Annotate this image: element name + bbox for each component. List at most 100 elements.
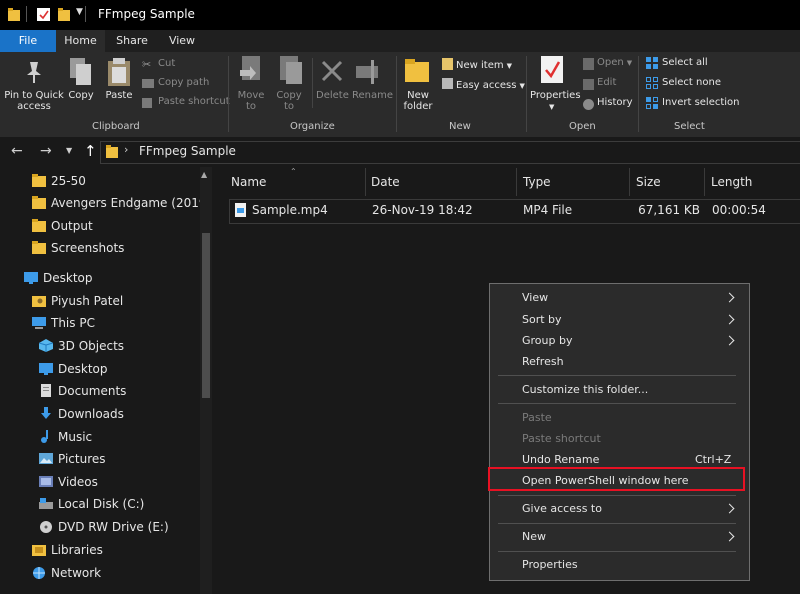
paste-button[interactable]: Paste bbox=[104, 90, 134, 101]
desktop-icon bbox=[24, 272, 38, 284]
back-icon[interactable]: ← bbox=[11, 143, 23, 159]
copy-path-icon bbox=[142, 79, 154, 88]
ribbon: Pin to Quick access Copy Paste ✂ Cut Cop… bbox=[0, 52, 800, 138]
breadcrumb-current[interactable]: FFmpeg Sample bbox=[139, 144, 236, 158]
nav-item[interactable]: Output bbox=[0, 215, 200, 237]
cut-button[interactable]: Cut bbox=[158, 58, 175, 69]
history-icon bbox=[583, 99, 594, 110]
nav-item[interactable]: Network bbox=[0, 562, 200, 584]
easy-access-button[interactable]: Easy access ▼ bbox=[456, 77, 525, 91]
nav-item[interactable]: Videos bbox=[0, 471, 200, 493]
sort-ascending-icon: ⌃ bbox=[290, 167, 297, 176]
new-folder-line2: folder bbox=[403, 101, 433, 112]
nav-item-label: 25-50 bbox=[51, 174, 86, 188]
nav-scroll-thumb[interactable] bbox=[202, 233, 210, 398]
group-divider bbox=[396, 56, 397, 132]
column-divider[interactable] bbox=[516, 168, 517, 196]
column-divider[interactable] bbox=[365, 168, 366, 196]
open-button[interactable]: Open ▼ bbox=[597, 57, 632, 68]
pin-to-quick-access-button[interactable]: Pin to Quick access bbox=[2, 90, 66, 112]
forward-icon[interactable]: → bbox=[40, 143, 52, 159]
dropdown-arrow-icon: ▼ bbox=[519, 82, 525, 90]
nav-item[interactable]: 25-50 bbox=[0, 170, 200, 192]
move-to-icon bbox=[240, 56, 260, 80]
column-divider[interactable] bbox=[629, 168, 630, 196]
menu-item-new[interactable]: New bbox=[522, 530, 546, 543]
paste-icon bbox=[108, 58, 130, 86]
menu-item-group-by[interactable]: Group by bbox=[522, 334, 572, 347]
copy-button[interactable]: Copy bbox=[68, 90, 94, 101]
recent-locations-icon[interactable]: ▼ bbox=[66, 146, 72, 155]
nav-item[interactable]: Documents bbox=[0, 380, 200, 402]
undo-shortcut-hint: Ctrl+Z bbox=[695, 453, 732, 466]
new-folder-qat-icon[interactable] bbox=[58, 8, 70, 21]
tab-home[interactable]: Home bbox=[56, 30, 105, 52]
nav-item[interactable]: 3D Objects bbox=[0, 335, 200, 357]
column-header-type[interactable]: Type bbox=[523, 175, 551, 189]
properties-icon bbox=[541, 56, 563, 83]
rename-button[interactable]: Rename bbox=[352, 90, 393, 101]
new-item-button[interactable]: New item ▼ bbox=[456, 57, 512, 71]
properties-qat-icon[interactable] bbox=[37, 8, 50, 21]
menu-item-give-access[interactable]: Give access to bbox=[522, 502, 602, 515]
properties-button[interactable]: Properties bbox=[530, 90, 581, 101]
folder-icon bbox=[8, 8, 20, 21]
menu-item-view[interactable]: View bbox=[522, 291, 548, 304]
nav-item[interactable]: Screenshots bbox=[0, 237, 200, 259]
column-header-name[interactable]: Name bbox=[231, 175, 266, 189]
music-icon bbox=[41, 430, 48, 443]
breadcrumb-chevron-icon[interactable]: › bbox=[124, 143, 128, 156]
open-group-label: Open bbox=[569, 121, 596, 132]
nav-item[interactable]: Desktop bbox=[0, 267, 200, 289]
move-to-button[interactable]: Move to bbox=[234, 90, 268, 112]
menu-item-paste[interactable]: Paste bbox=[522, 411, 552, 424]
delete-button[interactable]: Delete bbox=[316, 90, 349, 101]
menu-item-properties[interactable]: Properties bbox=[522, 558, 578, 571]
copy-to-button[interactable]: Copy to bbox=[273, 90, 305, 112]
menu-item-undo-rename[interactable]: Undo Rename bbox=[522, 453, 599, 466]
nav-item[interactable]: Music bbox=[0, 426, 200, 448]
menu-separator bbox=[498, 403, 736, 404]
nav-item[interactable]: Piyush Patel bbox=[0, 290, 200, 312]
paste-shortcut-icon bbox=[142, 98, 152, 108]
user-folder-icon bbox=[32, 296, 46, 307]
nav-item[interactable]: Pictures bbox=[0, 448, 200, 470]
nav-item[interactable]: Libraries bbox=[0, 539, 200, 561]
file-date: 26-Nov-19 18:42 bbox=[372, 203, 473, 217]
tab-share[interactable]: Share bbox=[108, 30, 156, 52]
history-button[interactable]: History bbox=[597, 97, 633, 108]
folder-icon bbox=[32, 174, 46, 187]
invert-selection-button[interactable]: Invert selection bbox=[662, 97, 740, 108]
paste-shortcut-button[interactable]: Paste shortcut bbox=[158, 96, 230, 107]
select-none-button[interactable]: Select none bbox=[662, 77, 721, 88]
nav-item-label: Screenshots bbox=[51, 241, 125, 255]
nav-item[interactable]: Desktop bbox=[0, 358, 200, 380]
easy-access-label: Easy access bbox=[456, 80, 517, 91]
scroll-up-icon[interactable]: ▲ bbox=[201, 170, 207, 179]
select-all-button[interactable]: Select all bbox=[662, 57, 708, 68]
tab-view[interactable]: View bbox=[160, 30, 204, 52]
new-folder-line1: New bbox=[407, 90, 429, 101]
column-header-date[interactable]: Date bbox=[371, 175, 400, 189]
customize-qat-icon[interactable]: ▼ bbox=[76, 7, 83, 17]
menu-item-refresh[interactable]: Refresh bbox=[522, 355, 564, 368]
copy-path-button[interactable]: Copy path bbox=[158, 77, 209, 88]
column-header-size[interactable]: Size bbox=[636, 175, 661, 189]
nav-item[interactable]: This PC bbox=[0, 312, 200, 334]
nav-item[interactable]: DVD RW Drive (E:) bbox=[0, 516, 200, 538]
edit-button[interactable]: Edit bbox=[597, 77, 616, 88]
nav-item[interactable]: Avengers Endgame (2019) [W bbox=[0, 192, 232, 214]
column-header-length[interactable]: Length bbox=[711, 175, 752, 189]
up-icon[interactable]: ↑ bbox=[84, 142, 97, 160]
menu-separator bbox=[498, 495, 736, 496]
nav-item[interactable]: Local Disk (C:) bbox=[0, 493, 200, 515]
file-name: Sample.mp4 bbox=[252, 203, 328, 217]
column-divider[interactable] bbox=[704, 168, 705, 196]
tab-file[interactable]: File bbox=[0, 30, 56, 52]
menu-item-customize-folder[interactable]: Customize this folder... bbox=[522, 383, 648, 396]
new-folder-button[interactable]: New folder bbox=[400, 90, 436, 112]
nav-item[interactable]: Downloads bbox=[0, 403, 200, 425]
group-divider bbox=[526, 56, 527, 132]
menu-item-sort-by[interactable]: Sort by bbox=[522, 313, 562, 326]
menu-item-paste-shortcut[interactable]: Paste shortcut bbox=[522, 432, 601, 445]
